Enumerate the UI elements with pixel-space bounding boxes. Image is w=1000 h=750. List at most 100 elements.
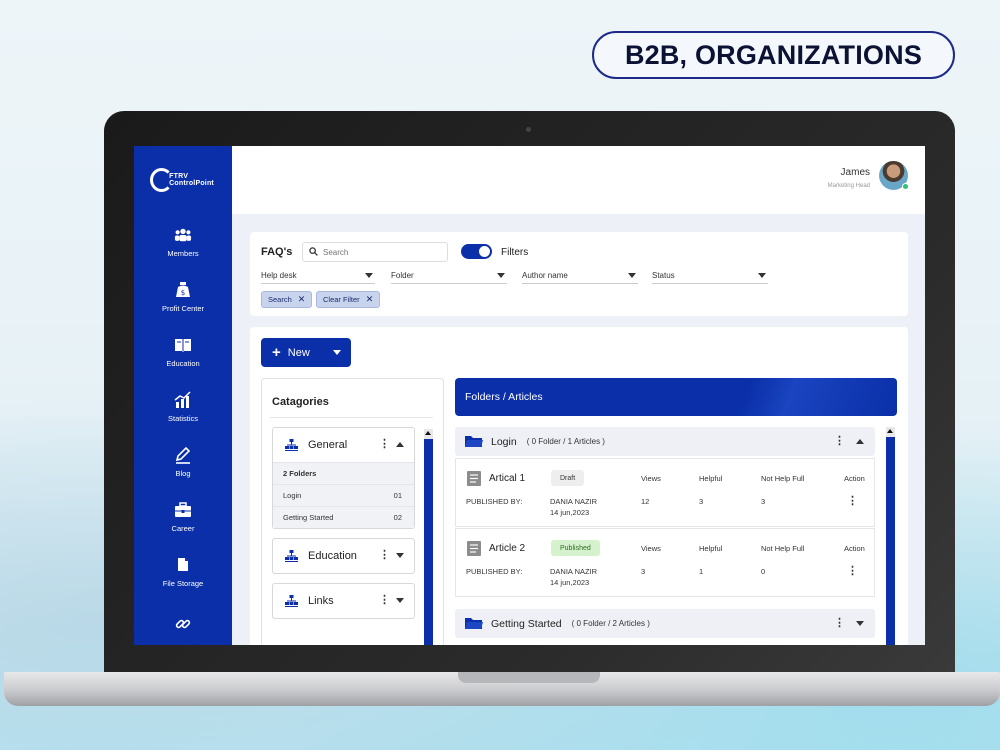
sidebar-item-label: File Storage xyxy=(162,578,204,588)
chevron-down-icon xyxy=(497,273,505,278)
new-button[interactable]: + New xyxy=(261,338,351,367)
sidebar-item-label: Profit Center xyxy=(161,303,205,313)
category-name: General xyxy=(308,439,348,451)
document-icon xyxy=(467,541,481,558)
sidebar-item-career[interactable]: Career xyxy=(134,489,232,544)
views-value: 3 xyxy=(641,567,646,576)
kebab-menu-icon[interactable]: ⋮ xyxy=(379,550,390,561)
kebab-menu-icon[interactable]: ⋮ xyxy=(834,436,845,447)
article-row[interactable]: Article 2 Published Views Helpful Not He… xyxy=(455,528,875,597)
scrollbar-thumb[interactable] xyxy=(886,437,895,645)
hierarchy-icon xyxy=(285,550,298,562)
list-item-value: 02 xyxy=(393,513,402,522)
views-label: Views xyxy=(641,474,661,483)
articles-scrollbar[interactable] xyxy=(886,427,895,645)
status-dropdown[interactable]: Status xyxy=(652,268,768,284)
headline-badge: B2B, ORGANIZATIONS xyxy=(592,31,955,79)
category-header[interactable]: Education ⋮ xyxy=(273,539,414,573)
sidebar-item-label: Members xyxy=(167,248,199,258)
list-item[interactable]: 2 Folders xyxy=(273,462,414,484)
folder-login[interactable]: Login ( 0 Folder / 1 Articles ) ⋮ xyxy=(455,427,875,456)
category-general[interactable]: General ⋮ 2 Folders Login 01 Getting Sta… xyxy=(272,427,415,529)
views-label: Views xyxy=(641,544,661,553)
sidebar-item-education[interactable]: Education xyxy=(134,324,232,379)
list-item[interactable]: Login 01 xyxy=(273,484,414,506)
folder-dropdown[interactable]: Folder xyxy=(391,268,507,284)
chevron-down-icon[interactable] xyxy=(333,350,341,355)
publish-date: 14 jun,2023 xyxy=(550,508,590,517)
sidebar-item-blog[interactable]: Blog xyxy=(134,434,232,489)
logo[interactable]: FTRV ControlPoint xyxy=(134,146,232,214)
list-item[interactable]: Getting Started 02 xyxy=(273,506,414,528)
category-header[interactable]: Links ⋮ xyxy=(273,584,414,618)
laptop-notch xyxy=(458,672,600,683)
kebab-menu-icon[interactable]: ⋮ xyxy=(847,496,858,507)
main-panel: + New Catagories General ⋮ 2 Folders Log… xyxy=(250,327,908,645)
article-title[interactable]: Artical 1 xyxy=(489,473,525,484)
article-row[interactable]: Artical 1 Draft Views Helpful Not Help F… xyxy=(455,458,875,527)
divider xyxy=(270,417,433,418)
dropdown-label: Author name xyxy=(522,271,568,280)
page-title: FAQ's xyxy=(261,246,293,258)
chevron-up-icon[interactable] xyxy=(396,442,404,447)
members-icon xyxy=(174,226,192,244)
plus-icon: + xyxy=(272,344,281,361)
chevron-down-icon xyxy=(628,273,636,278)
kebab-menu-icon[interactable]: ⋮ xyxy=(379,595,390,606)
document-icon xyxy=(467,471,481,488)
sidebar-item-members[interactable]: Members xyxy=(134,214,232,269)
sidebar-item-label: Blog xyxy=(175,468,191,478)
not-helpful-value: 3 xyxy=(761,497,766,506)
folder-name: Getting Started xyxy=(491,617,562,630)
sidebar-item-profit-center[interactable]: $ Profit Center xyxy=(134,269,232,324)
chevron-down-icon[interactable] xyxy=(396,553,404,558)
not-helpful-label: Not Help Full xyxy=(761,544,805,553)
clear-filter-chip[interactable]: Clear Filter ✕ xyxy=(316,291,381,308)
search-box[interactable] xyxy=(302,242,448,262)
kebab-menu-icon[interactable]: ⋮ xyxy=(834,618,845,629)
category-name: Education xyxy=(308,550,357,562)
sidebar-item-statistics[interactable]: Statistics xyxy=(134,379,232,434)
list-item-value: 01 xyxy=(393,491,402,500)
action-label: Action xyxy=(844,544,865,553)
user-name: James xyxy=(840,167,870,178)
categories-scrollbar[interactable] xyxy=(424,429,433,645)
kebab-menu-icon[interactable]: ⋮ xyxy=(847,566,858,577)
category-links[interactable]: Links ⋮ xyxy=(272,583,415,619)
list-item-label: 2 Folders xyxy=(283,469,317,478)
kebab-menu-icon[interactable]: ⋮ xyxy=(379,439,390,450)
money-bag-icon: $ xyxy=(174,281,192,299)
chevron-down-icon[interactable] xyxy=(396,598,404,603)
filters-toggle[interactable] xyxy=(461,244,492,259)
scroll-up-icon[interactable] xyxy=(887,429,893,433)
sidebar-item-links[interactable] xyxy=(134,599,232,645)
search-chip[interactable]: Search ✕ xyxy=(261,291,313,308)
not-helpful-value: 0 xyxy=(761,567,766,576)
category-header[interactable]: General ⋮ xyxy=(273,428,414,462)
app-screen: FTRV ControlPoint Members $ Profit Cente… xyxy=(134,146,925,645)
folder-count: ( 0 Folder / 1 Articles ) xyxy=(526,437,605,446)
author-name: DANIA NAZIR xyxy=(550,497,598,506)
publish-date: 14 jun,2023 xyxy=(550,578,590,587)
published-by-label: PUBLISHED BY: xyxy=(466,567,523,576)
author-name-dropdown[interactable]: Author name xyxy=(522,268,638,284)
dropdown-label: Help desk xyxy=(261,271,297,280)
logo-text: FTRV ControlPoint xyxy=(169,173,214,187)
search-input[interactable] xyxy=(323,247,433,257)
chevron-down-icon[interactable] xyxy=(856,621,864,626)
close-icon[interactable]: ✕ xyxy=(366,294,374,305)
scroll-up-icon[interactable] xyxy=(425,431,431,435)
chevron-up-icon[interactable] xyxy=(856,439,864,444)
sidebar-item-file-storage[interactable]: File Storage xyxy=(134,544,232,599)
folder-getting-started[interactable]: Getting Started ( 0 Folder / 2 Articles … xyxy=(455,609,875,638)
hierarchy-icon xyxy=(285,439,298,451)
helpful-value: 3 xyxy=(699,497,704,506)
scrollbar-thumb[interactable] xyxy=(424,439,433,645)
views-value: 12 xyxy=(641,497,650,506)
close-icon[interactable]: ✕ xyxy=(298,294,306,305)
help-desk-dropdown[interactable]: Help desk xyxy=(261,268,375,284)
folder-count: ( 0 Folder / 2 Articles ) xyxy=(571,619,650,628)
category-education[interactable]: Education ⋮ xyxy=(272,538,415,574)
article-title[interactable]: Article 2 xyxy=(489,543,525,554)
list-item-label: Getting Started xyxy=(283,513,334,522)
